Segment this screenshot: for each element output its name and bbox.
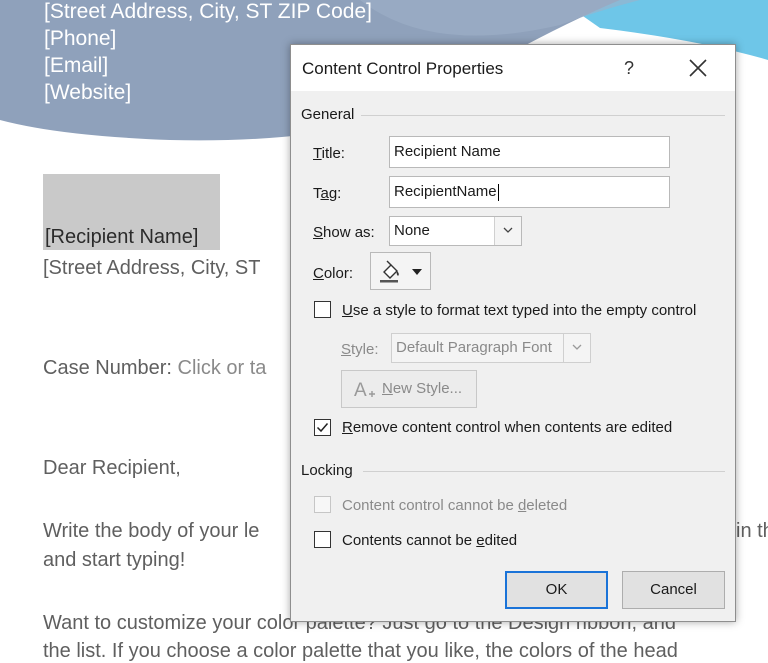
cannot-delete-checkbox[interactable] [314, 496, 331, 513]
chevron-down-icon [572, 344, 582, 350]
style-value: Default Paragraph Font [396, 339, 552, 356]
use-style-checkbox[interactable] [314, 301, 331, 318]
body-line-1-right: in th [736, 520, 768, 542]
cannot-edit-checkbox[interactable] [314, 531, 331, 548]
general-group-divider [361, 115, 725, 116]
recipient-name[interactable]: [Recipient Name] [45, 226, 198, 249]
body-line-2: and start typing! [43, 549, 186, 571]
title-label: Title: [313, 145, 345, 162]
ok-button[interactable]: OK [505, 571, 608, 609]
text-caret [497, 183, 499, 201]
show-as-select[interactable]: None [389, 216, 522, 246]
locking-group-divider [363, 471, 725, 472]
header-email: [Email] [44, 54, 109, 77]
header-phone: [Phone] [44, 27, 117, 50]
use-style-label: Use a style to format text typed into th… [342, 302, 697, 319]
cannot-edit-label: Contents cannot be edited [342, 532, 518, 549]
locking-group-label: Locking [301, 462, 353, 479]
show-as-label: Show as: [313, 224, 375, 241]
help-button[interactable]: ? [618, 55, 640, 81]
checkmark-icon [316, 423, 329, 433]
header-address: [Street Address, City, ST ZIP Code] [44, 0, 372, 23]
close-icon [689, 59, 707, 77]
style-label: Style: [341, 341, 379, 358]
body-line-1: Write the body of your le [43, 520, 260, 542]
cannot-delete-label: Content control cannot be deleted [342, 497, 568, 514]
content-control-properties-dialog: Content Control Properties ? General Tit… [290, 44, 736, 622]
show-as-dropdown-button[interactable] [494, 217, 521, 245]
style-select[interactable]: Default Paragraph Font [391, 333, 591, 363]
remove-control-label: Remove content control when contents are… [342, 419, 673, 436]
color-picker-button[interactable] [370, 252, 431, 290]
salutation: Dear Recipient, [43, 457, 181, 479]
style-dropdown-button[interactable] [563, 334, 590, 362]
dialog-titlebar[interactable]: Content Control Properties ? [291, 45, 735, 91]
paint-bucket-icon [380, 260, 399, 283]
color-label: Color: [313, 265, 354, 282]
case-number-label: Case Number: [43, 357, 178, 379]
tag-label: Tag: [313, 185, 342, 202]
header-website: [Website] [44, 81, 132, 104]
tag-input[interactable]: RecipientName [389, 176, 670, 208]
show-as-value: None [394, 222, 430, 239]
dropdown-arrow-icon [412, 269, 422, 275]
new-style-button[interactable]: A New Style... [341, 370, 477, 408]
recipient-address: [Street Address, City, ST [43, 257, 261, 279]
chevron-down-icon [503, 227, 513, 233]
body-line-4: the list. If you choose a color palette … [43, 640, 678, 662]
close-button[interactable] [685, 55, 711, 81]
dialog-title: Content Control Properties [302, 59, 504, 78]
title-input[interactable]: Recipient Name [389, 136, 670, 168]
general-group-label: General [301, 106, 355, 123]
cancel-button[interactable]: Cancel [622, 571, 725, 609]
remove-control-checkbox[interactable] [314, 419, 331, 436]
svg-text:A: A [354, 380, 367, 401]
new-style-icon: A [354, 380, 375, 401]
case-number-placeholder[interactable]: Click or ta [178, 357, 267, 379]
case-number-line: Case Number: Click or ta [43, 357, 266, 380]
